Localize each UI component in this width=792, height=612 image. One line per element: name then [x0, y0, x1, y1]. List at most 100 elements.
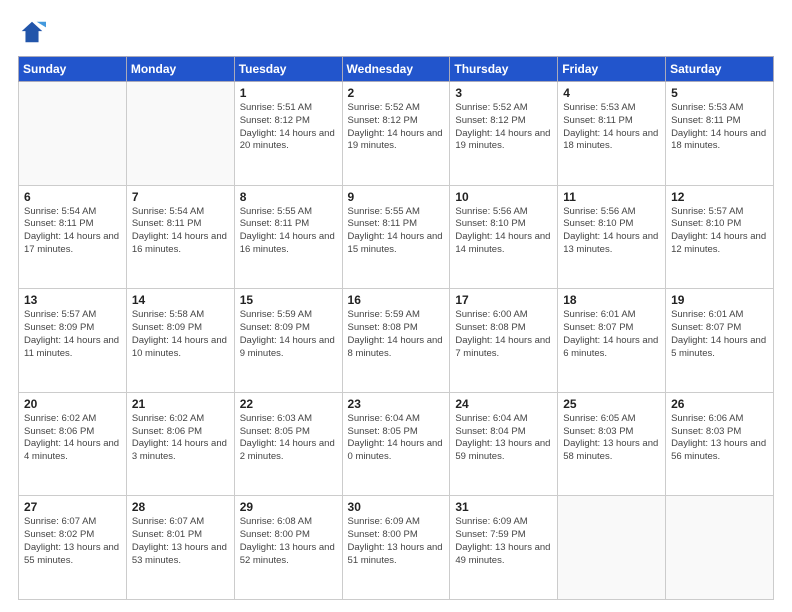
calendar-cell [558, 496, 666, 600]
day-number: 21 [132, 397, 229, 411]
day-number: 20 [24, 397, 121, 411]
day-info: Sunrise: 6:04 AM Sunset: 8:05 PM Dayligh… [348, 413, 445, 464]
calendar-cell: 29 Sunrise: 6:08 AM Sunset: 8:00 PM Dayli… [234, 496, 342, 600]
calendar-cell: 24 Sunrise: 6:04 AM Sunset: 8:04 PM Dayli… [450, 392, 558, 496]
calendar-cell: 26Sunrise: 6:06 AM Sunset: 8:03 PM Dayli… [666, 392, 774, 496]
calendar-day-header: Tuesday [234, 57, 342, 82]
day-info: Sunrise: 5:55 AM Sunset: 8:11 PM Dayligh… [240, 206, 337, 257]
calendar-week-row: 6 Sunrise: 5:54 AM Sunset: 8:11 PM Daylig… [19, 185, 774, 289]
day-number: 4 [563, 86, 660, 100]
day-number: 25 [563, 397, 660, 411]
day-number: 14 [132, 293, 229, 307]
calendar-cell [666, 496, 774, 600]
calendar-cell: 7 Sunrise: 5:54 AM Sunset: 8:11 PM Daylig… [126, 185, 234, 289]
day-number: 27 [24, 500, 121, 514]
calendar-cell: 6 Sunrise: 5:54 AM Sunset: 8:11 PM Daylig… [19, 185, 127, 289]
day-info: Sunrise: 6:05 AM Sunset: 8:03 PM Dayligh… [563, 413, 660, 464]
day-number: 3 [455, 86, 552, 100]
calendar-cell: 10Sunrise: 5:56 AM Sunset: 8:10 PM Dayli… [450, 185, 558, 289]
day-number: 8 [240, 190, 337, 204]
day-number: 17 [455, 293, 552, 307]
day-info: Sunrise: 5:53 AM Sunset: 8:11 PM Dayligh… [671, 102, 768, 153]
calendar-cell: 12 Sunrise: 5:57 AM Sunset: 8:10 PM Dayli… [666, 185, 774, 289]
calendar-week-row: 27Sunrise: 6:07 AM Sunset: 8:02 PM Dayli… [19, 496, 774, 600]
calendar-cell: 11Sunrise: 5:56 AM Sunset: 8:10 PM Dayli… [558, 185, 666, 289]
calendar-cell: 13 Sunrise: 5:57 AM Sunset: 8:09 PM Dayli… [19, 289, 127, 393]
calendar-cell: 3 Sunrise: 5:52 AM Sunset: 8:12 PM Daylig… [450, 82, 558, 186]
day-info: Sunrise: 6:03 AM Sunset: 8:05 PM Dayligh… [240, 413, 337, 464]
day-info: Sunrise: 6:08 AM Sunset: 8:00 PM Dayligh… [240, 516, 337, 567]
calendar-cell: 21 Sunrise: 6:02 AM Sunset: 8:06 PM Dayli… [126, 392, 234, 496]
calendar-cell: 2 Sunrise: 5:52 AM Sunset: 8:12 PM Daylig… [342, 82, 450, 186]
day-info: Sunrise: 5:51 AM Sunset: 8:12 PM Dayligh… [240, 102, 337, 153]
calendar-table: SundayMondayTuesdayWednesdayThursdayFrid… [18, 56, 774, 600]
day-number: 15 [240, 293, 337, 307]
day-info: Sunrise: 5:54 AM Sunset: 8:11 PM Dayligh… [24, 206, 121, 257]
calendar-day-header: Wednesday [342, 57, 450, 82]
calendar-cell: 27Sunrise: 6:07 AM Sunset: 8:02 PM Dayli… [19, 496, 127, 600]
calendar-week-row: 20 Sunrise: 6:02 AM Sunset: 8:06 PM Dayli… [19, 392, 774, 496]
calendar-cell: 18Sunrise: 6:01 AM Sunset: 8:07 PM Dayli… [558, 289, 666, 393]
day-info: Sunrise: 5:52 AM Sunset: 8:12 PM Dayligh… [348, 102, 445, 153]
logo [18, 18, 50, 46]
calendar-cell: 15 Sunrise: 5:59 AM Sunset: 8:09 PM Dayli… [234, 289, 342, 393]
day-info: Sunrise: 6:02 AM Sunset: 8:06 PM Dayligh… [24, 413, 121, 464]
day-info: Sunrise: 5:54 AM Sunset: 8:11 PM Dayligh… [132, 206, 229, 257]
day-info: Sunrise: 5:52 AM Sunset: 8:12 PM Dayligh… [455, 102, 552, 153]
day-number: 16 [348, 293, 445, 307]
day-number: 12 [671, 190, 768, 204]
day-number: 18 [563, 293, 660, 307]
calendar-cell: 19Sunrise: 6:01 AM Sunset: 8:07 PM Dayli… [666, 289, 774, 393]
day-info: Sunrise: 5:56 AM Sunset: 8:10 PM Dayligh… [563, 206, 660, 257]
day-number: 23 [348, 397, 445, 411]
calendar-cell: 25 Sunrise: 6:05 AM Sunset: 8:03 PM Dayli… [558, 392, 666, 496]
day-info: Sunrise: 5:57 AM Sunset: 8:09 PM Dayligh… [24, 309, 121, 360]
day-info: Sunrise: 6:04 AM Sunset: 8:04 PM Dayligh… [455, 413, 552, 464]
calendar-cell: 30Sunrise: 6:09 AM Sunset: 8:00 PM Dayli… [342, 496, 450, 600]
day-number: 24 [455, 397, 552, 411]
calendar-day-header: Sunday [19, 57, 127, 82]
day-number: 28 [132, 500, 229, 514]
calendar-cell [19, 82, 127, 186]
calendar-week-row: 1Sunrise: 5:51 AM Sunset: 8:12 PM Daylig… [19, 82, 774, 186]
day-number: 22 [240, 397, 337, 411]
calendar-cell: 28Sunrise: 6:07 AM Sunset: 8:01 PM Dayli… [126, 496, 234, 600]
day-info: Sunrise: 5:56 AM Sunset: 8:10 PM Dayligh… [455, 206, 552, 257]
day-info: Sunrise: 6:06 AM Sunset: 8:03 PM Dayligh… [671, 413, 768, 464]
calendar-header-row: SundayMondayTuesdayWednesdayThursdayFrid… [19, 57, 774, 82]
calendar-cell: 1Sunrise: 5:51 AM Sunset: 8:12 PM Daylig… [234, 82, 342, 186]
calendar-cell: 14 Sunrise: 5:58 AM Sunset: 8:09 PM Dayli… [126, 289, 234, 393]
day-info: Sunrise: 5:55 AM Sunset: 8:11 PM Dayligh… [348, 206, 445, 257]
logo-icon [18, 18, 46, 46]
day-info: Sunrise: 5:59 AM Sunset: 8:09 PM Dayligh… [240, 309, 337, 360]
day-number: 19 [671, 293, 768, 307]
calendar-day-header: Friday [558, 57, 666, 82]
day-number: 2 [348, 86, 445, 100]
day-info: Sunrise: 5:59 AM Sunset: 8:08 PM Dayligh… [348, 309, 445, 360]
day-number: 5 [671, 86, 768, 100]
day-number: 31 [455, 500, 552, 514]
calendar-cell: 22 Sunrise: 6:03 AM Sunset: 8:05 PM Dayli… [234, 392, 342, 496]
day-number: 9 [348, 190, 445, 204]
calendar-cell: 23 Sunrise: 6:04 AM Sunset: 8:05 PM Dayli… [342, 392, 450, 496]
calendar-cell: 20 Sunrise: 6:02 AM Sunset: 8:06 PM Dayli… [19, 392, 127, 496]
calendar-week-row: 13 Sunrise: 5:57 AM Sunset: 8:09 PM Dayli… [19, 289, 774, 393]
day-info: Sunrise: 6:09 AM Sunset: 8:00 PM Dayligh… [348, 516, 445, 567]
calendar-cell: 16 Sunrise: 5:59 AM Sunset: 8:08 PM Dayli… [342, 289, 450, 393]
calendar-day-header: Monday [126, 57, 234, 82]
day-info: Sunrise: 5:57 AM Sunset: 8:10 PM Dayligh… [671, 206, 768, 257]
day-number: 13 [24, 293, 121, 307]
calendar-cell: 9 Sunrise: 5:55 AM Sunset: 8:11 PM Daylig… [342, 185, 450, 289]
header [18, 18, 774, 46]
day-number: 6 [24, 190, 121, 204]
day-info: Sunrise: 6:02 AM Sunset: 8:06 PM Dayligh… [132, 413, 229, 464]
calendar-cell: 8 Sunrise: 5:55 AM Sunset: 8:11 PM Daylig… [234, 185, 342, 289]
calendar-cell [126, 82, 234, 186]
day-number: 7 [132, 190, 229, 204]
calendar-cell: 5 Sunrise: 5:53 AM Sunset: 8:11 PM Daylig… [666, 82, 774, 186]
day-info: Sunrise: 6:09 AM Sunset: 7:59 PM Dayligh… [455, 516, 552, 567]
day-info: Sunrise: 5:58 AM Sunset: 8:09 PM Dayligh… [132, 309, 229, 360]
day-info: Sunrise: 6:00 AM Sunset: 8:08 PM Dayligh… [455, 309, 552, 360]
day-number: 29 [240, 500, 337, 514]
calendar-cell: 31 Sunrise: 6:09 AM Sunset: 7:59 PM Dayli… [450, 496, 558, 600]
